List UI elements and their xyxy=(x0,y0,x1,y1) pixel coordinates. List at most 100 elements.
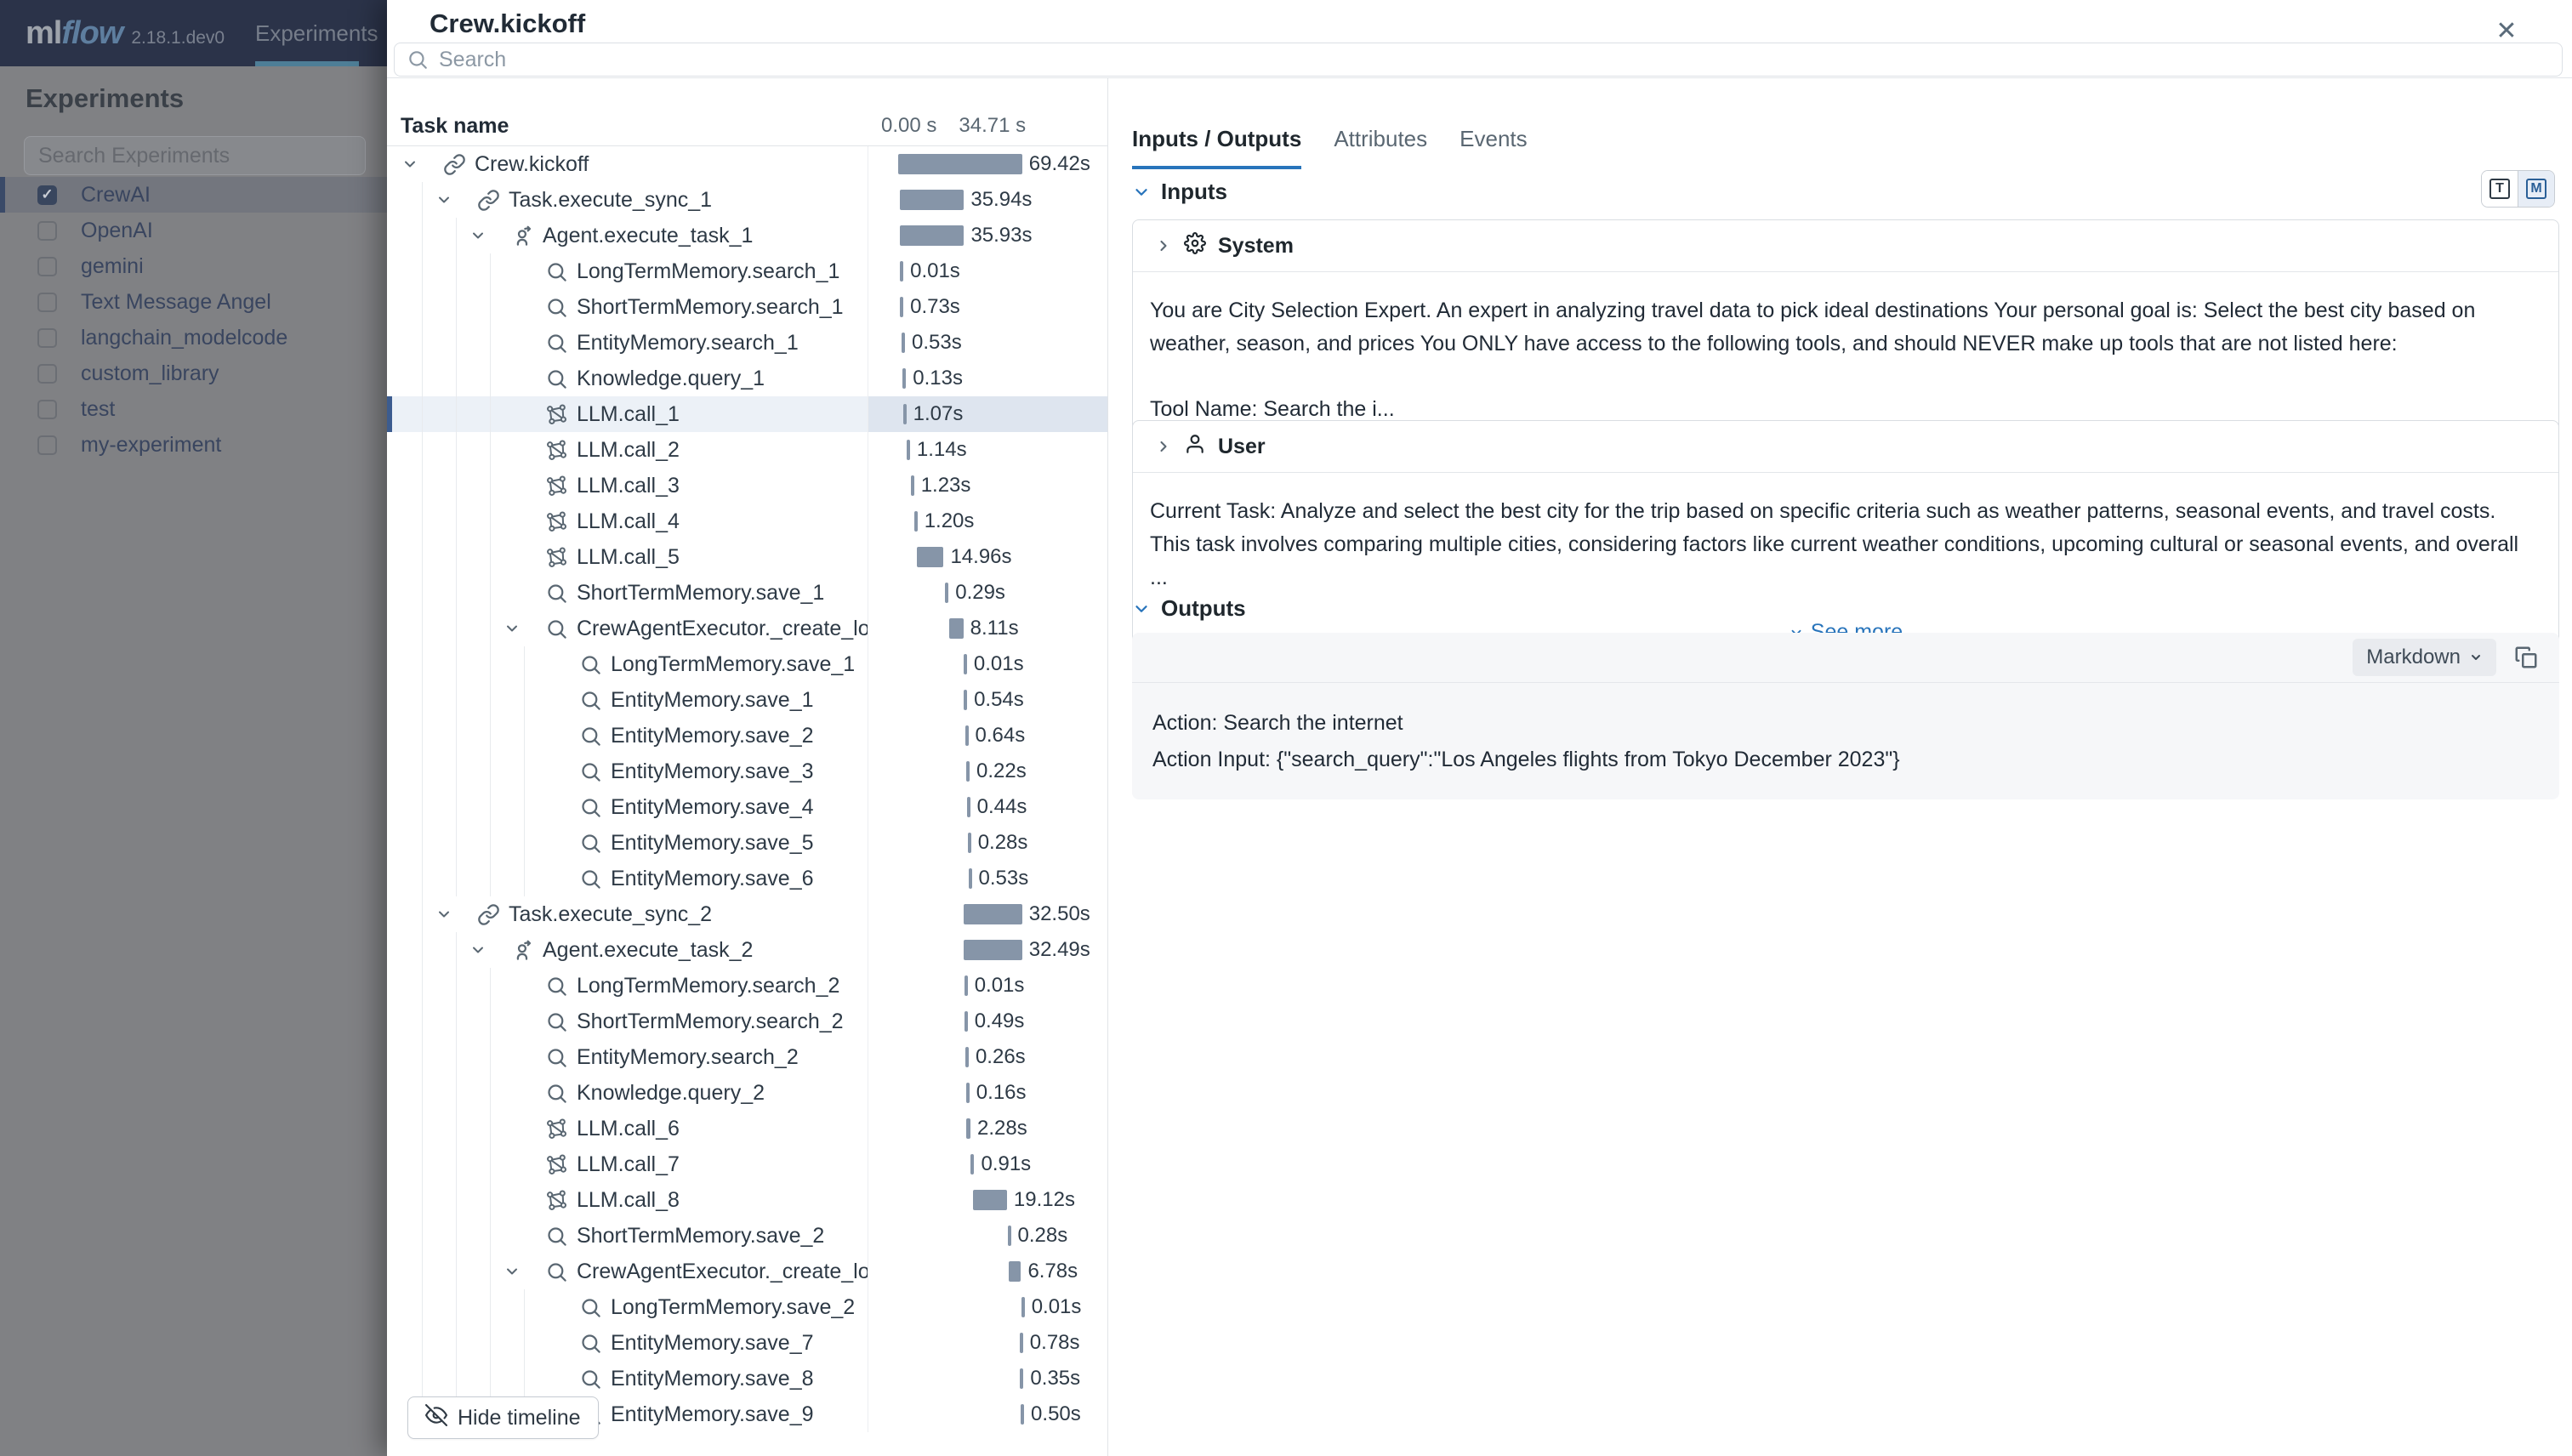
span-tree-pane: Task name 0.00 s 34.71 s Crew.kickoff69.… xyxy=(387,78,1107,1456)
mlflow-logo[interactable]: mlflow 2.18.1.dev0 xyxy=(26,15,225,52)
trace-row[interactable]: LLM.call_31.23s xyxy=(387,468,1107,503)
expand-chevron-icon[interactable] xyxy=(435,906,476,923)
trace-row[interactable]: EntityMemory.save_60.53s xyxy=(387,861,1107,896)
experiment-label: CrewAI xyxy=(81,183,151,208)
expand-chevron-icon[interactable] xyxy=(504,620,544,637)
experiment-list-item[interactable]: custom_library xyxy=(0,355,387,391)
experiment-checkbox[interactable] xyxy=(37,257,57,276)
user-message-header[interactable]: User xyxy=(1133,421,2558,473)
trace-row[interactable]: ShortTermMemory.search_20.49s xyxy=(387,1004,1107,1039)
duration-label: 0.29s xyxy=(955,581,1005,605)
inputs-section-header[interactable]: Inputs xyxy=(1132,179,1227,205)
trace-row-name-cell: EntityMemory.save_8 xyxy=(387,1361,868,1396)
trace-row[interactable]: EntityMemory.save_10.54s xyxy=(387,682,1107,718)
duration-bar xyxy=(911,475,914,496)
logo-ml-text: ml xyxy=(26,15,61,52)
trace-search-input[interactable]: Search xyxy=(394,43,2563,77)
experiment-checkbox[interactable] xyxy=(37,400,57,419)
search-icon xyxy=(544,367,568,390)
trace-row[interactable]: EntityMemory.search_10.53s xyxy=(387,325,1107,361)
trace-row[interactable]: EntityMemory.save_50.28s xyxy=(387,825,1107,861)
outputs-section-header[interactable]: Outputs xyxy=(1132,595,1246,622)
format-dropdown[interactable]: Markdown xyxy=(2353,639,2496,676)
tree-indent-guide xyxy=(456,1039,457,1075)
expand-chevron-icon[interactable] xyxy=(469,227,510,244)
trace-row[interactable]: EntityMemory.save_40.44s xyxy=(387,789,1107,825)
experiment-list-item[interactable]: ✓ CrewAI xyxy=(0,177,387,213)
expand-chevron-icon[interactable] xyxy=(435,191,476,208)
tree-indent-guide xyxy=(422,1361,423,1396)
trace-row[interactable]: LLM.call_514.96s xyxy=(387,539,1107,575)
trace-row[interactable]: Agent.execute_task_135.93s xyxy=(387,218,1107,253)
trace-row[interactable]: EntityMemory.save_20.64s xyxy=(387,718,1107,754)
experiment-list-item[interactable]: my-experiment xyxy=(0,427,387,463)
trace-row[interactable]: LongTermMemory.search_20.01s xyxy=(387,968,1107,1004)
trace-row[interactable]: Knowledge.query_10.13s xyxy=(387,361,1107,396)
tab-inputs-outputs[interactable]: Inputs / Outputs xyxy=(1132,126,1301,169)
trace-row[interactable]: ShortTermMemory.search_10.73s xyxy=(387,289,1107,325)
trace-row[interactable]: LLM.call_11.07s xyxy=(387,396,1107,432)
experiment-checkbox[interactable] xyxy=(37,293,57,312)
hide-timeline-button[interactable]: Hide timeline xyxy=(407,1396,599,1439)
trace-row[interactable]: Task.execute_sync_232.50s xyxy=(387,896,1107,932)
trace-row[interactable]: EntityMemory.save_30.22s xyxy=(387,754,1107,789)
background-app: mlflow 2.18.1.dev0 Experiments Experimen… xyxy=(0,0,387,1456)
markdown-mode-button[interactable]: M xyxy=(2518,171,2554,207)
copy-icon[interactable] xyxy=(2513,645,2539,670)
user-message-card: User Current Task: Analyze and select th… xyxy=(1132,420,2559,665)
experiments-search-input[interactable]: Search Experiments xyxy=(24,136,366,175)
trace-row[interactable]: ShortTermMemory.save_20.28s xyxy=(387,1218,1107,1254)
tab-attributes[interactable]: Attributes xyxy=(1334,126,1427,169)
expand-chevron-icon[interactable] xyxy=(469,941,510,958)
experiment-checkbox[interactable] xyxy=(37,364,57,384)
trace-row[interactable]: CrewAgentExecutor._create_long_term_memo… xyxy=(387,1254,1107,1289)
text-mode-button[interactable]: T xyxy=(2482,171,2518,207)
trace-row[interactable]: LLM.call_62.28s xyxy=(387,1111,1107,1146)
span-detail-panel: Inputs / Outputs Attributes Events Input… xyxy=(1107,78,2572,1456)
trace-row[interactable]: LLM.call_41.20s xyxy=(387,503,1107,539)
experiment-list-item[interactable]: test xyxy=(0,391,387,427)
experiment-list-item[interactable]: Text Message Angel xyxy=(0,284,387,320)
tree-indent-guide xyxy=(524,1325,525,1361)
trace-drawer: Crew.kickoff ✕ Search Task name 0.00 s 3… xyxy=(387,0,2572,1456)
experiment-checkbox[interactable] xyxy=(37,435,57,455)
trace-row[interactable]: CrewAgentExecutor._create_long_term_memo… xyxy=(387,611,1107,646)
span-name-label: LLM.call_4 xyxy=(577,509,680,534)
trace-row[interactable]: ShortTermMemory.save_10.29s xyxy=(387,575,1107,611)
tree-indent-guide xyxy=(524,682,525,718)
trace-row[interactable]: EntityMemory.search_20.26s xyxy=(387,1039,1107,1075)
tree-indent-guide xyxy=(422,1111,423,1146)
trace-row[interactable]: LongTermMemory.save_10.01s xyxy=(387,646,1107,682)
tree-indent-guide xyxy=(422,182,423,218)
experiment-list-item[interactable]: gemini xyxy=(0,248,387,284)
experiment-checkbox[interactable]: ✓ xyxy=(37,185,57,205)
trace-row[interactable]: Knowledge.query_20.16s xyxy=(387,1075,1107,1111)
trace-row-name-cell: ShortTermMemory.search_1 xyxy=(387,289,868,325)
tab-events[interactable]: Events xyxy=(1460,126,1528,169)
trace-row[interactable]: Agent.execute_task_232.49s xyxy=(387,932,1107,968)
trace-row[interactable]: Task.execute_sync_135.94s xyxy=(387,182,1107,218)
search-icon xyxy=(578,831,602,855)
trace-row[interactable]: LongTermMemory.save_20.01s xyxy=(387,1289,1107,1325)
trace-row[interactable]: LLM.call_819.12s xyxy=(387,1182,1107,1218)
experiment-list-item[interactable]: OpenAI xyxy=(0,213,387,248)
tree-indent-guide xyxy=(490,754,491,789)
trace-row[interactable]: Crew.kickoff69.42s xyxy=(387,146,1107,182)
expand-chevron-icon[interactable] xyxy=(504,1263,544,1280)
experiment-list-item[interactable]: langchain_modelcode xyxy=(0,320,387,355)
expand-chevron-icon[interactable] xyxy=(401,156,442,173)
trace-row[interactable]: LLM.call_21.14s xyxy=(387,432,1107,468)
duration-bar xyxy=(917,547,943,567)
duration-label: 0.35s xyxy=(1030,1367,1080,1391)
tree-indent-guide xyxy=(456,611,457,646)
trace-row[interactable]: LongTermMemory.search_10.01s xyxy=(387,253,1107,289)
tree-indent-guide xyxy=(456,1075,457,1111)
experiment-checkbox[interactable] xyxy=(37,328,57,348)
trace-row[interactable]: EntityMemory.save_8 0.35s xyxy=(387,1361,1107,1396)
tree-indent-guide xyxy=(456,1289,457,1325)
nav-tab-experiments[interactable]: Experiments xyxy=(255,0,378,66)
experiment-checkbox[interactable] xyxy=(37,221,57,241)
system-message-header[interactable]: System xyxy=(1133,220,2558,272)
trace-row[interactable]: EntityMemory.save_70.78s xyxy=(387,1325,1107,1361)
trace-row[interactable]: LLM.call_70.91s xyxy=(387,1146,1107,1182)
